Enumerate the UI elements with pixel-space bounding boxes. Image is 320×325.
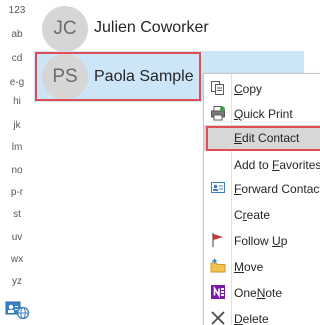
contact-row-julien-coworker[interactable]: JC Julien Coworker	[34, 2, 320, 54]
index-item-yz[interactable]: yz	[0, 276, 34, 288]
menu-item-add-to-favorites[interactable]: Add to Favorites	[204, 152, 320, 178]
move-folder-icon	[210, 258, 226, 274]
menu-item-copy[interactable]: Copy	[204, 76, 320, 102]
menu-item-label: Follow Up	[234, 234, 288, 248]
menu-item-label: Create	[234, 208, 271, 222]
flag-icon	[210, 232, 226, 248]
index-item-lm[interactable]: lm	[0, 142, 34, 154]
delete-icon	[210, 310, 226, 325]
menu-item-label: Copy	[234, 82, 263, 96]
context-menu: Copy Quick Print Edit Contact Add to Fav…	[203, 73, 320, 325]
index-item-cd[interactable]: cd	[0, 53, 34, 65]
menu-item-forward-contact[interactable]: Forward Contact	[204, 176, 320, 202]
print-icon	[210, 105, 226, 121]
menu-item-label: Forward Contact	[234, 182, 320, 196]
contact-card-globe-icon[interactable]	[5, 300, 31, 320]
menu-item-move[interactable]: Move	[204, 254, 320, 280]
contact-name: Julien Coworker	[94, 19, 209, 36]
menu-item-label: Delete	[234, 312, 269, 325]
menu-item-follow-up[interactable]: Follow Up	[204, 228, 320, 254]
index-item-no[interactable]: no	[0, 165, 34, 177]
avatar: JC	[42, 6, 88, 52]
onenote-icon	[210, 284, 226, 300]
index-item-e-g[interactable]: e-g	[0, 77, 34, 89]
copy-icon	[210, 80, 226, 96]
index-item-hi[interactable]: hi	[0, 96, 34, 108]
menu-item-onenote[interactable]: OneNote	[204, 280, 320, 306]
index-item-jk[interactable]: jk	[0, 120, 34, 132]
menu-item-label: Quick Print	[234, 107, 293, 121]
menu-item-label: Move	[234, 260, 264, 274]
index-item-wx[interactable]: wx	[0, 254, 34, 266]
index-item-ab[interactable]: ab	[0, 29, 34, 41]
menu-item-label: OneNote	[234, 286, 283, 300]
forward-contact-icon	[210, 180, 226, 196]
selection-highlight-outline	[35, 52, 201, 101]
index-item-123[interactable]: 123	[0, 5, 34, 17]
menu-item-label: Add to Favorites	[234, 158, 320, 172]
menu-item-create[interactable]: Create	[204, 202, 320, 228]
index-item-p-r[interactable]: p-r	[0, 187, 34, 199]
index-item-uv[interactable]: uv	[0, 232, 34, 244]
menu-item-edit-contact[interactable]: Edit Contact	[204, 125, 320, 151]
index-item-st[interactable]: st	[0, 209, 34, 221]
menu-item-delete[interactable]: Delete	[204, 306, 320, 325]
menu-item-quick-print[interactable]: Quick Print	[204, 101, 320, 127]
highlight-outline	[206, 126, 320, 151]
alphabet-index-bar: 123 ab cd e-g hi jk lm no p-r st uv wx y…	[0, 0, 34, 325]
